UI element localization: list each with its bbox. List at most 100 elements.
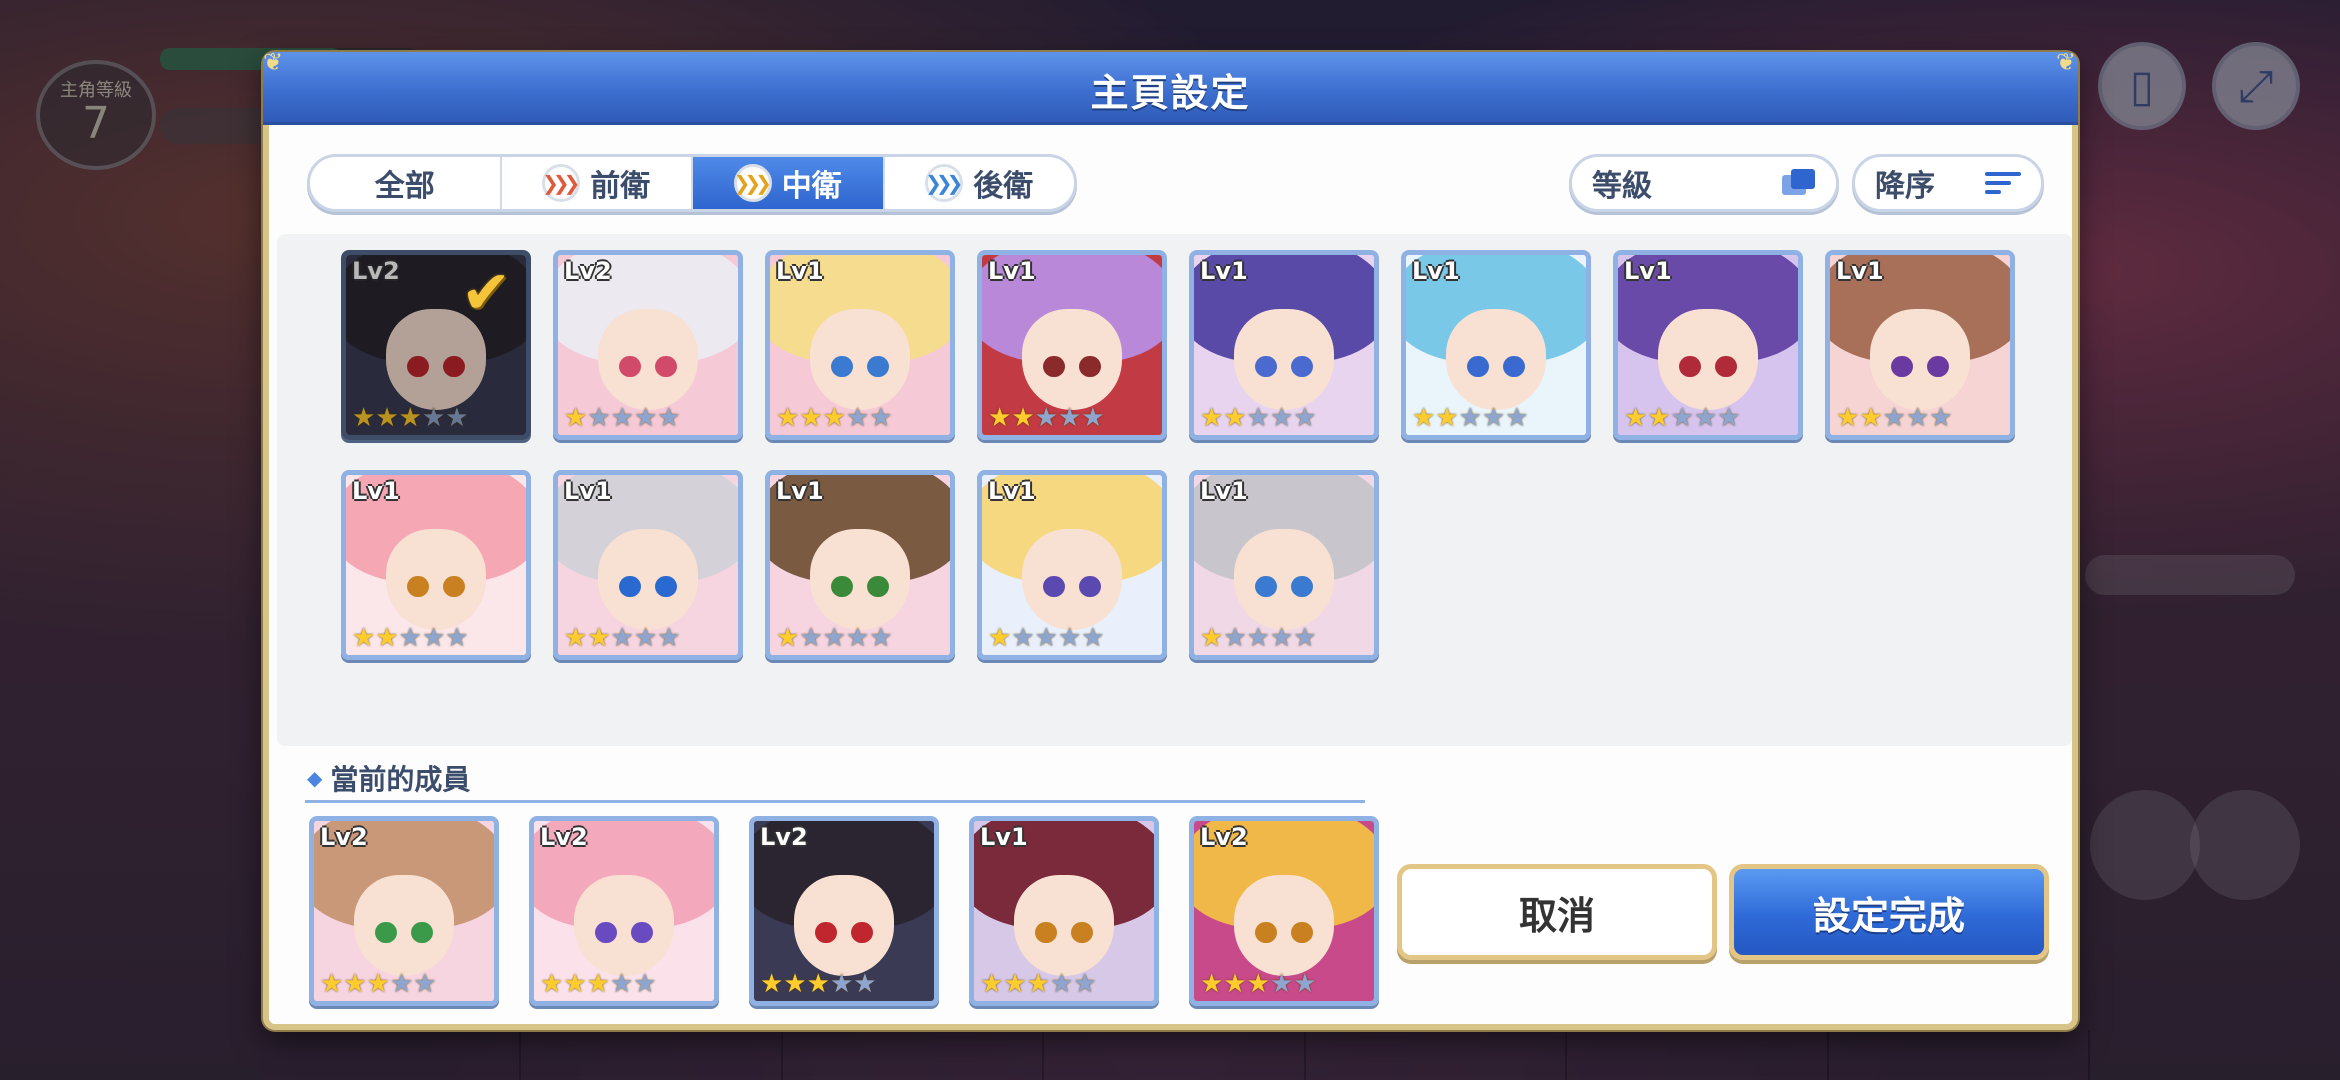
star-icon: ★	[1011, 623, 1035, 653]
star-icon: ★	[776, 403, 800, 433]
star-icon: ★	[1647, 403, 1671, 433]
confirm-settings-button[interactable]: 設定完成	[1729, 864, 2049, 960]
tab-all[interactable]: 全部	[310, 157, 502, 209]
character-level: Lv1	[1412, 257, 1460, 285]
roster-character-card[interactable]: Lv1 ★ ★ ★ ★ ★	[553, 470, 743, 660]
star-icon: ★	[633, 969, 657, 999]
star-rating: ★ ★ ★ ★ ★	[540, 971, 657, 997]
character-level: Lv1	[988, 257, 1036, 285]
star-rating: ★ ★ ★ ★ ★	[352, 625, 469, 651]
roster-character-card[interactable]: Lv1 ★ ★ ★ ★ ★	[765, 470, 955, 660]
roster-character-card[interactable]: Lv1 ★ ★ ★ ★ ★	[1401, 250, 1591, 440]
roster-character-card[interactable]: Lv1 ★ ★ ★ ★ ★	[977, 250, 1167, 440]
star-icon: ★	[1200, 403, 1224, 433]
home-settings-dialog: ❦ 主頁設定 ❦ 全部 ❯❯❯ 前衛 ❯❯❯ 中衛 ❯❯❯ 後衛 等級 降序 L…	[263, 48, 2078, 1030]
sort-key-button[interactable]: 等級	[1569, 154, 1839, 212]
star-icon: ★	[1293, 623, 1317, 653]
star-icon: ★	[610, 403, 634, 433]
star-icon: ★	[1223, 969, 1247, 999]
tab-back-label: 後衛	[973, 169, 1034, 204]
star-icon: ★	[1929, 403, 1953, 433]
dialog-title: 主頁設定	[1090, 71, 1251, 115]
character-level: Lv1	[776, 257, 824, 285]
star-icon: ★	[1073, 969, 1097, 999]
character-level: Lv1	[988, 477, 1036, 505]
current-member-card[interactable]: Lv2 ★ ★ ★ ★ ★	[749, 816, 939, 1006]
star-rating: ★ ★ ★ ★ ★	[352, 405, 469, 431]
star-icon: ★	[1905, 403, 1930, 433]
star-icon: ★	[352, 623, 376, 653]
star-icon: ★	[1081, 623, 1105, 653]
star-rating: ★ ★ ★ ★ ★	[564, 405, 681, 431]
star-icon: ★	[413, 969, 437, 999]
star-rating: ★ ★ ★ ★ ★	[1412, 405, 1529, 431]
star-icon: ★	[1223, 403, 1247, 433]
current-member-card[interactable]: Lv2 ★ ★ ★ ★ ★	[529, 816, 719, 1006]
star-icon: ★	[783, 969, 807, 999]
descending-sort-icon	[1985, 172, 2021, 194]
star-icon: ★	[822, 403, 846, 433]
star-icon: ★	[1624, 403, 1648, 433]
roster-character-card[interactable]: Lv1 ★ ★ ★ ★ ★	[341, 470, 531, 660]
star-icon: ★	[1246, 969, 1270, 999]
roster-character-card[interactable]: Lv1 ★ ★ ★ ★ ★	[1825, 250, 2015, 440]
star-icon: ★	[421, 403, 446, 433]
star-icon: ★	[343, 969, 367, 999]
star-icon: ★	[633, 403, 658, 433]
tab-back[interactable]: ❯❯❯ 後衛	[885, 157, 1075, 209]
character-level: Lv1	[776, 477, 824, 505]
star-icon: ★	[445, 403, 469, 433]
star-rating: ★ ★ ★ ★ ★	[760, 971, 877, 997]
star-rating: ★ ★ ★ ★ ★	[320, 971, 437, 997]
star-icon: ★	[1034, 623, 1058, 653]
star-icon: ★	[1836, 403, 1860, 433]
star-icon: ★	[1293, 969, 1317, 999]
roster-character-card[interactable]: Lv1 ★ ★ ★ ★ ★	[1189, 250, 1379, 440]
current-member-card[interactable]: Lv2 ★ ★ ★ ★ ★	[309, 816, 499, 1006]
star-icon: ★	[1693, 403, 1718, 433]
star-icon: ★	[980, 969, 1004, 999]
roster-character-card[interactable]: Lv1 ★ ★ ★ ★ ★	[977, 470, 1167, 660]
current-member-card[interactable]: Lv2 ★ ★ ★ ★ ★	[1189, 816, 1379, 1006]
star-icon: ★	[320, 969, 344, 999]
star-icon: ★	[845, 403, 870, 433]
star-icon: ★	[445, 623, 469, 653]
roster-character-card[interactable]: Lv1 ★ ★ ★ ★ ★	[1189, 470, 1379, 660]
star-icon: ★	[564, 403, 588, 433]
star-icon: ★	[1200, 969, 1224, 999]
tab-middle[interactable]: ❯❯❯ 中衛	[693, 157, 885, 209]
roster-character-card[interactable]: Lv1 ★ ★ ★ ★ ★	[765, 250, 955, 440]
tab-front[interactable]: ❯❯❯ 前衛	[502, 157, 693, 209]
roster-character-card[interactable]: Lv1 ★ ★ ★ ★ ★	[1613, 250, 1803, 440]
cancel-button[interactable]: 取消	[1397, 864, 1717, 960]
star-rating: ★ ★ ★ ★ ★	[776, 625, 893, 651]
current-member-card[interactable]: Lv1 ★ ★ ★ ★ ★	[969, 816, 1159, 1006]
star-icon: ★	[799, 623, 823, 653]
star-icon: ★	[853, 969, 877, 999]
star-icon: ★	[657, 403, 681, 433]
star-icon: ★	[1049, 969, 1074, 999]
character-roster: Lv2 ★ ★ ★ ★ ★ ✔ Lv2 ★ ★ ★ ★ ★ Lv1 ★ ★ ★ ★ ★ Lv1 ★ ★ ★ ★ ★ Lv1 ★ ★ ★ ★…	[277, 234, 2072, 746]
star-icon: ★	[1011, 403, 1035, 433]
star-icon: ★	[1200, 623, 1224, 653]
star-icon: ★	[869, 403, 893, 433]
character-level: Lv1	[1200, 257, 1248, 285]
star-icon: ★	[609, 969, 634, 999]
back-position-icon: ❯❯❯	[925, 164, 963, 202]
character-level: Lv1	[1836, 257, 1884, 285]
star-icon: ★	[633, 623, 658, 653]
star-icon: ★	[1057, 623, 1082, 653]
sort-order-button[interactable]: 降序	[1852, 154, 2044, 212]
roster-character-card[interactable]: Lv2 ★ ★ ★ ★ ★	[553, 250, 743, 440]
star-icon: ★	[760, 969, 784, 999]
star-icon: ★	[1081, 403, 1105, 433]
character-level: Lv2	[352, 257, 400, 285]
star-icon: ★	[1246, 403, 1270, 433]
character-level: Lv2	[760, 823, 808, 851]
star-icon: ★	[1269, 969, 1294, 999]
star-icon: ★	[1246, 623, 1270, 653]
star-icon: ★	[1026, 969, 1050, 999]
character-level: Lv2	[540, 823, 588, 851]
star-icon: ★	[776, 623, 800, 653]
character-level: Lv2	[1200, 823, 1248, 851]
